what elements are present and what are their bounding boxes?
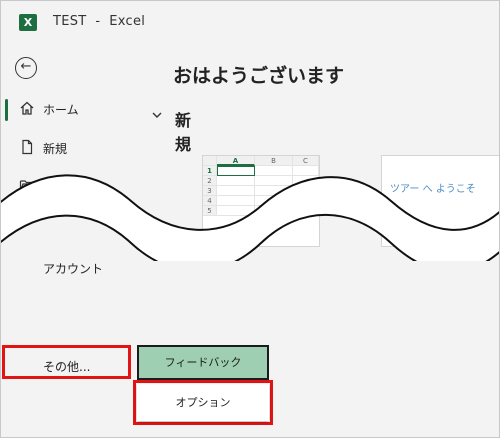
excel-logo-icon: X	[19, 14, 40, 31]
wave-separator	[1, 174, 499, 261]
home-icon	[19, 100, 35, 116]
active-indicator	[5, 99, 8, 121]
sidebar-item-account[interactable]: アカウント	[43, 260, 103, 277]
feedback-button[interactable]: フィードバック	[137, 345, 269, 380]
back-arrow-icon[interactable]: ←	[15, 57, 37, 79]
excel-window: X TEST - Excel ← ホーム 新規 開く アカウント	[0, 0, 500, 438]
sidebar-item-more[interactable]: その他...	[43, 358, 90, 375]
options-button[interactable]: オプション	[137, 384, 269, 421]
sidebar-item-label: ホーム	[43, 103, 79, 117]
title-bar: X TEST - Excel	[1, 1, 499, 43]
chevron-down-icon	[151, 109, 167, 125]
new-section-label: 新規	[175, 111, 192, 154]
sidebar-item-home[interactable]: ホーム	[1, 95, 133, 123]
window-title: TEST - Excel	[53, 14, 146, 29]
page-title: おはようございます	[173, 65, 345, 87]
